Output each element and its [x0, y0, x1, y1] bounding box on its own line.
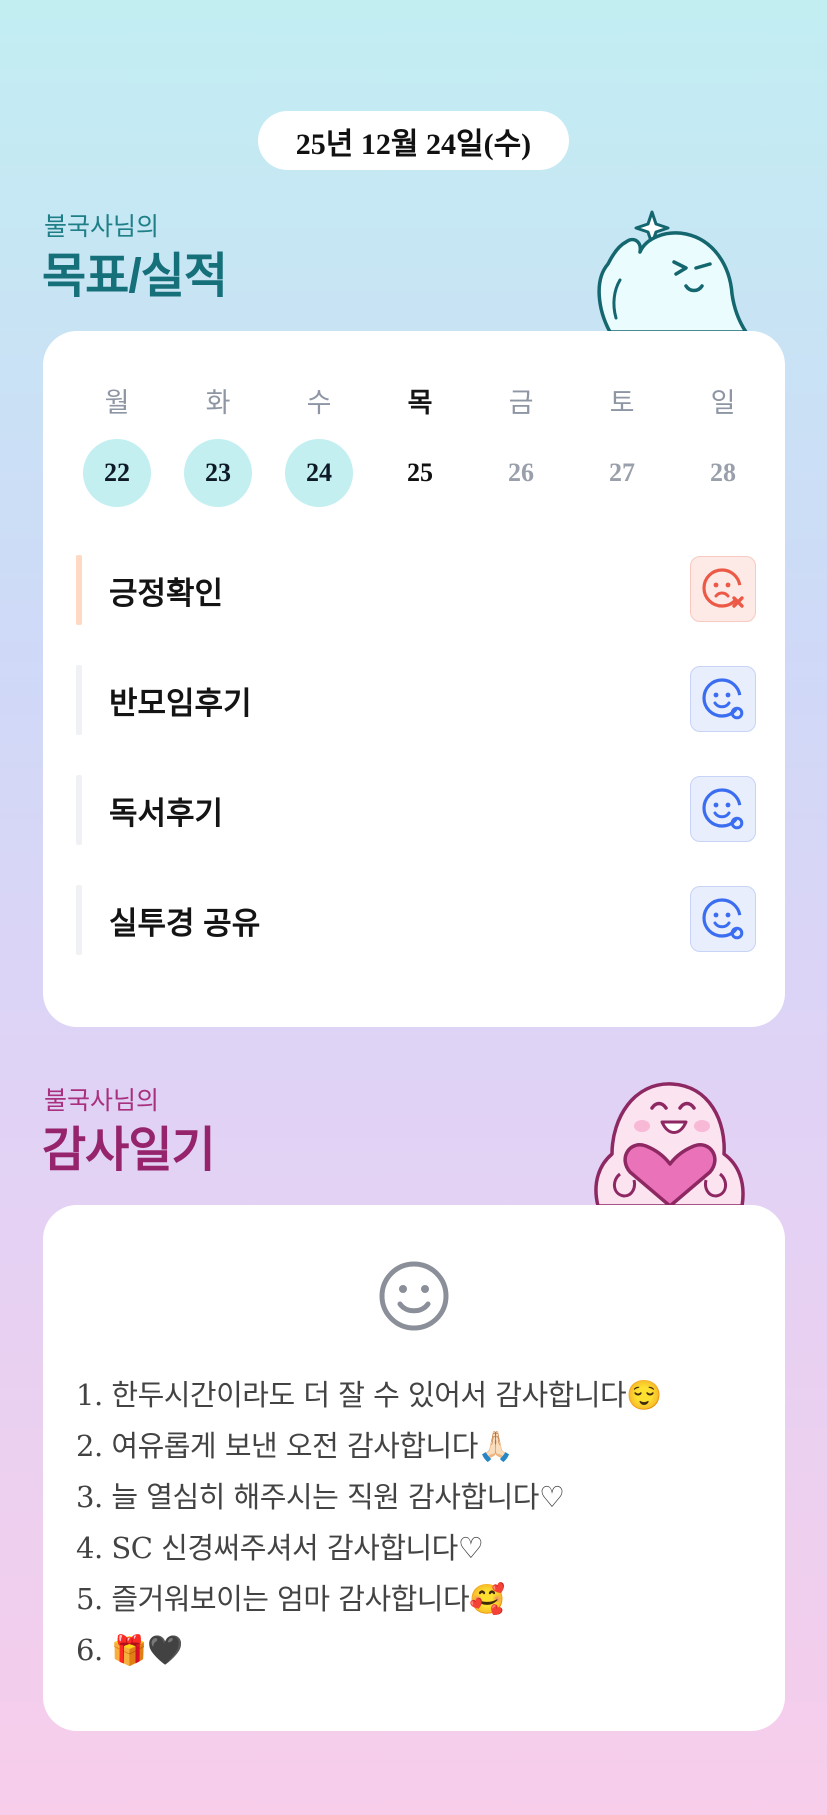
date-pill[interactable]: 25년 12월 24일(수)	[258, 111, 569, 170]
weekday-6: 일	[688, 381, 758, 420]
smile-face-o-icon	[700, 896, 746, 942]
weekday-4: 금	[486, 381, 556, 420]
goals-card: 월 화 수 목 금 토 일 22 23 24 25 26 27 28 긍정확인반모임후기독서후기실투경 …	[43, 331, 785, 1027]
week-date-row: 22 23 24 25 26 27 28	[43, 439, 785, 509]
weekday-3: 목	[385, 381, 455, 420]
date-cell-23[interactable]: 23	[184, 439, 252, 507]
weekday-label: 월	[104, 388, 130, 418]
date-cell-24[interactable]: 24	[285, 439, 353, 507]
weekday-label: 토	[609, 388, 635, 418]
weekday-label: 일	[710, 388, 736, 418]
smile-face-o-icon	[700, 676, 746, 722]
date-text: 25년 12월 24일(수)	[295, 127, 532, 161]
goal-label: 반모임후기	[109, 685, 252, 721]
diary-line: 5. 즐거워보이는 엄마 감사합니다🥰	[76, 1582, 505, 1616]
goal-indicator-bar	[76, 665, 82, 735]
goal-item: 실투경 공유	[76, 885, 756, 955]
weekday-1: 화	[183, 381, 253, 420]
smile-face-o-icon	[700, 786, 746, 832]
goal-status-button[interactable]	[690, 776, 756, 842]
goals-title: 목표/실적	[42, 250, 228, 303]
diary-line: 4. SC 신경써주셔서 감사합니다♡	[76, 1531, 484, 1565]
diary-line: 6. 🎁🖤	[76, 1633, 183, 1667]
weekday-label: 수	[306, 388, 332, 418]
diary-line: 3. 늘 열심히 해주시는 직원 감사합니다♡	[76, 1480, 565, 1514]
winking-ghost-mascot	[597, 210, 748, 332]
weekday-2: 수	[284, 381, 354, 420]
goal-item: 독서후기	[76, 775, 756, 845]
gratitude-card: 1. 한두시간이라도 더 잘 수 있어서 감사합니다😌 2. 여유롭게 보낸 오전…	[43, 1205, 785, 1731]
goal-status-button[interactable]	[690, 666, 756, 732]
sad-face-x-icon	[700, 566, 746, 612]
diary-line: 1. 한두시간이라도 더 잘 수 있어서 감사합니다😌	[76, 1378, 662, 1412]
goal-item: 긍정확인	[76, 555, 756, 625]
heart-ghost-mascot	[594, 1082, 745, 1206]
goal-indicator-bar	[76, 885, 82, 955]
gratitude-title: 감사일기	[42, 1124, 216, 1177]
date-cell-26[interactable]: 26	[487, 439, 555, 507]
date-cell-27[interactable]: 27	[588, 439, 656, 507]
goal-label: 실투경 공유	[109, 905, 261, 941]
goal-indicator-bar	[76, 775, 82, 845]
weekday-5: 토	[587, 381, 657, 420]
goal-status-button[interactable]	[690, 886, 756, 952]
weekday-label: 금	[508, 388, 534, 418]
weekday-label: 목	[407, 388, 433, 418]
goal-indicator-bar	[76, 555, 82, 625]
weekday-0: 월	[82, 381, 152, 420]
goal-item: 반모임후기	[76, 665, 756, 735]
goal-label: 독서후기	[109, 795, 224, 831]
diary-line: 2. 여유롭게 보낸 오전 감사합니다🙏🏻	[76, 1429, 514, 1463]
goal-label: 긍정확인	[109, 575, 224, 611]
gratitude-diary-list: 1. 한두시간이라도 더 잘 수 있어서 감사합니다😌 2. 여유롭게 보낸 오전…	[76, 1370, 662, 1676]
weekday-label: 화	[205, 388, 231, 418]
date-cell-25[interactable]: 25	[386, 439, 454, 507]
date-cell-28[interactable]: 28	[689, 439, 757, 507]
goal-status-button[interactable]	[690, 556, 756, 622]
smile-face-icon	[379, 1261, 449, 1331]
date-cell-22[interactable]: 22	[83, 439, 151, 507]
